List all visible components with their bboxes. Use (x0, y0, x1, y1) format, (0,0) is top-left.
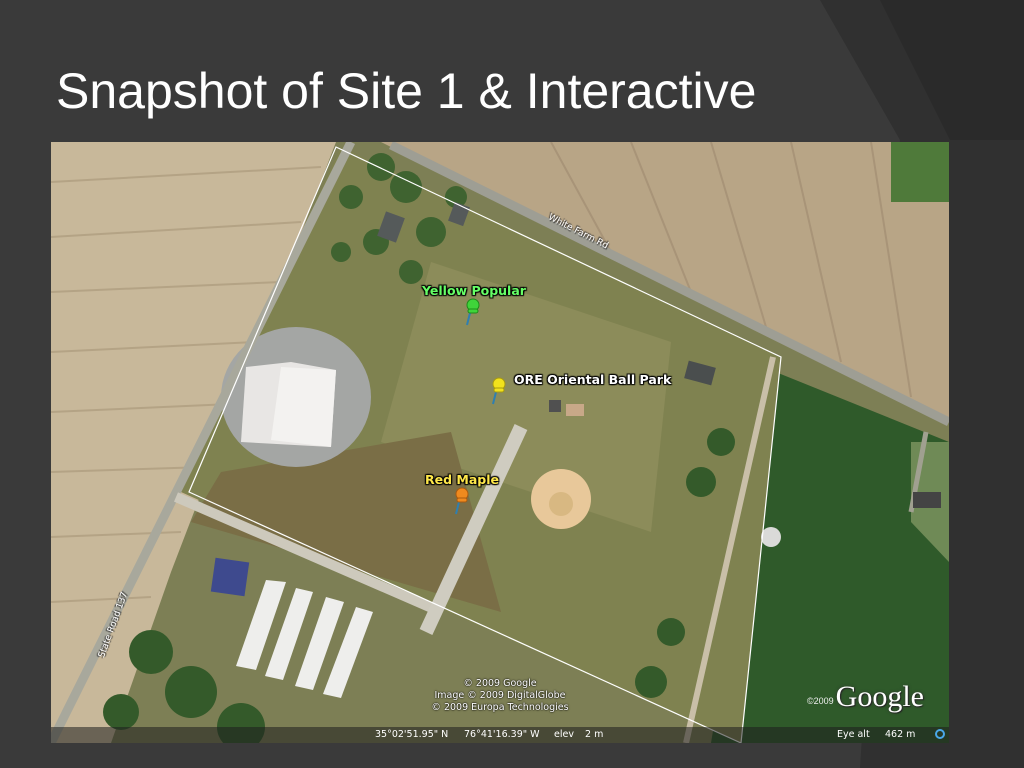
satellite-map[interactable]: White Farm Rd State Road 137 Yellow Popu… (51, 142, 949, 743)
placemark-label-ore-oriental-ball-park[interactable]: ORE Oriental Ball Park (514, 372, 671, 387)
google-logo: ©2009 Google (807, 674, 924, 714)
copyright-digitalglobe: Image © 2009 DigitalGlobe (434, 690, 566, 701)
status-elev-value: 2 m (585, 729, 604, 740)
yellow-pushpin-icon[interactable] (488, 376, 508, 406)
status-eye-alt-value: 462 m (885, 729, 916, 740)
status-longitude: 76°41'16.39" W (464, 729, 540, 740)
green-pushpin-icon[interactable] (462, 297, 482, 327)
compass-icon[interactable] (935, 729, 945, 739)
status-eye-alt-label: Eye alt (837, 729, 870, 740)
logo-text: Google (835, 680, 924, 713)
orange-pushpin-icon[interactable] (451, 486, 471, 516)
slide-title: Snapshot of Site 1 & Interactive (56, 63, 757, 119)
placemark-label-red-maple[interactable]: Red Maple (425, 472, 499, 487)
status-elev-label: elev (554, 729, 574, 740)
copyright-europa: © 2009 Europa Technologies (431, 702, 569, 713)
map-copyright: © 2009 Google Image © 2009 DigitalGlobe … (425, 678, 575, 714)
logo-year: ©2009 (807, 696, 834, 706)
placemark-label-yellow-popular[interactable]: Yellow Popular (422, 283, 526, 298)
map-status-bar: 35°02'51.95" N 76°41'16.39" W elev 2 m E… (51, 727, 949, 743)
status-latitude: 35°02'51.95" N (375, 729, 449, 740)
copyright-google: © 2009 Google (463, 678, 537, 689)
map-imagery (51, 142, 949, 743)
